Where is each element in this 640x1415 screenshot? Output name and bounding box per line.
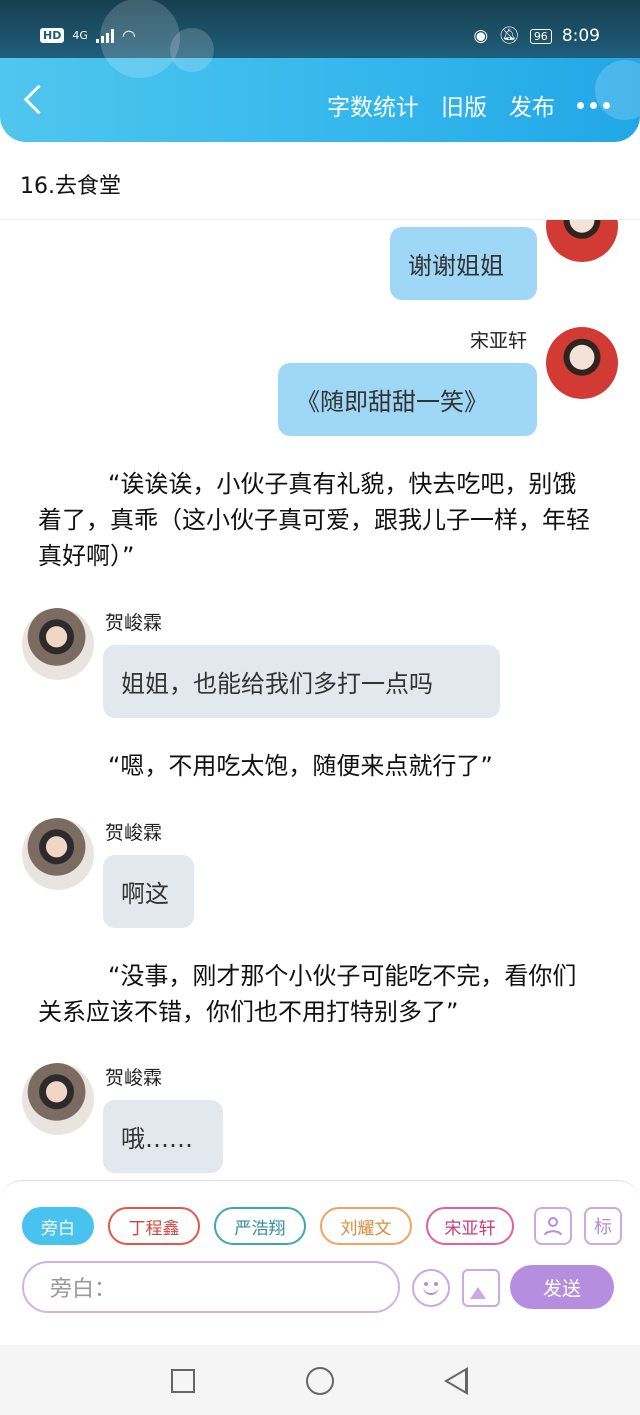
role-chip[interactable]: 严浩翔 (214, 1207, 306, 1245)
status-right: ◉ 🔕︎ 96 8:09 (473, 26, 600, 46)
role-chip[interactable]: 宋亚轩 (426, 1207, 514, 1245)
speaker-name: 宋亚轩 (470, 330, 528, 352)
recent-apps-icon[interactable] (171, 1369, 195, 1393)
old-version-button[interactable]: 旧版 (441, 88, 487, 122)
eye-icon: ◉ (473, 26, 489, 46)
status-bar: HD 4G ◠ ◉ 🔕︎ 96 8:09 (0, 0, 640, 58)
network-label: 4G (72, 29, 88, 42)
clock: 8:09 (561, 26, 600, 46)
chapter-title-row: 16.去食堂 (0, 142, 640, 220)
role-chip-narrator[interactable]: 旁白 (22, 1207, 94, 1245)
message-input[interactable]: 旁白： (22, 1261, 400, 1313)
speaker-name: 贺峻霖 (105, 612, 163, 634)
hd-badge: HD (40, 28, 65, 43)
battery-level: 96 (529, 28, 552, 44)
speaker-name: 贺峻霖 (105, 1067, 163, 1089)
publish-button[interactable]: 发布 (509, 88, 555, 122)
composer: 旁白 丁程鑫 严浩翔 刘耀文 宋亚轩 标 旁白： 发送 (0, 1180, 640, 1315)
avatar[interactable] (22, 608, 94, 680)
system-nav-bar (0, 1345, 640, 1415)
role-chip[interactable]: 丁程鑫 (108, 1207, 200, 1245)
send-button[interactable]: 发送 (510, 1265, 614, 1309)
message-bubble-left[interactable]: 啊这 (103, 855, 194, 928)
role-selector: 旁白 丁程鑫 严浩翔 刘耀文 宋亚轩 (22, 1207, 514, 1245)
role-chip[interactable]: 刘耀文 (320, 1207, 412, 1245)
mark-button[interactable]: 标 (584, 1207, 622, 1245)
avatar[interactable] (22, 1063, 94, 1135)
person-icon (544, 1217, 562, 1236)
avatar[interactable] (546, 220, 618, 262)
narration-text[interactable]: “没事，刚才那个小伙子可能吃不完，看你们关系应该不错，你们也不用打特别多了” (38, 958, 598, 1030)
character-manage-icon[interactable] (534, 1207, 572, 1245)
back-nav-icon[interactable] (444, 1367, 468, 1395)
message-bubble-left[interactable]: 姐姐，也能给我们多打一点吗 (103, 645, 500, 718)
avatar[interactable] (546, 327, 618, 399)
message-bubble-right[interactable]: 谢谢姐姐 (390, 227, 537, 300)
speaker-name: 贺峻霖 (105, 822, 163, 844)
emoji-mouth (423, 1285, 439, 1295)
home-icon[interactable] (306, 1367, 334, 1395)
chat-area[interactable]: 谢谢姐姐 宋亚轩 《随即甜甜一笑》 “诶诶诶，小伙子真有礼貌，快去吃吧，别饿着了… (0, 220, 640, 1180)
narration-text[interactable]: “嗯，不用吃太饱，随便来点就行了” (38, 748, 598, 784)
mute-bell-icon: 🔕︎ (498, 26, 520, 46)
chapter-title[interactable]: 16.去食堂 (20, 168, 121, 200)
app-header: 字数统计 旧版 发布 (0, 0, 640, 142)
header-actions: 字数统计 旧版 发布 (327, 88, 610, 122)
avatar[interactable] (22, 818, 94, 890)
decor-bubble (100, 0, 180, 78)
narration-text[interactable]: “诶诶诶，小伙子真有礼貌，快去吃吧，别饿着了，真乖（这小伙子真可爱，跟我儿子一样… (38, 466, 598, 574)
back-button[interactable] (18, 82, 54, 118)
emoji-icon[interactable] (412, 1269, 450, 1307)
image-icon[interactable] (462, 1269, 500, 1307)
more-icon[interactable] (577, 101, 610, 109)
message-bubble-left[interactable]: 哦…… (103, 1100, 223, 1173)
decor-bubble (170, 28, 214, 72)
message-bubble-right[interactable]: 《随即甜甜一笑》 (278, 363, 537, 436)
word-count-button[interactable]: 字数统计 (327, 88, 419, 122)
